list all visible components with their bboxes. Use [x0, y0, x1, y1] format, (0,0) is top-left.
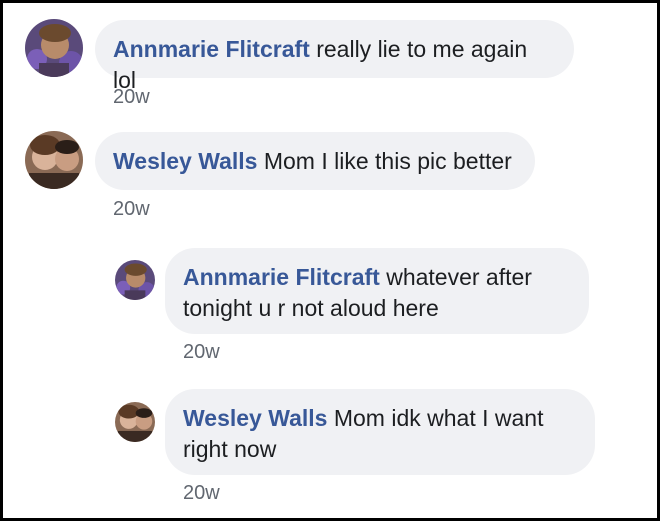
reply: Wesley Walls Mom idk what I want right n… — [3, 3, 660, 513]
reply-author[interactable]: Wesley Walls — [183, 405, 327, 431]
reply-timestamp[interactable]: 20w — [183, 482, 220, 505]
avatar[interactable] — [115, 402, 155, 442]
comments-thread: Annmarie Flitcraft really lie to me agai… — [0, 0, 660, 521]
profile-photo-icon — [115, 402, 155, 442]
reply-bubble: Wesley Walls Mom idk what I want right n… — [165, 389, 595, 475]
